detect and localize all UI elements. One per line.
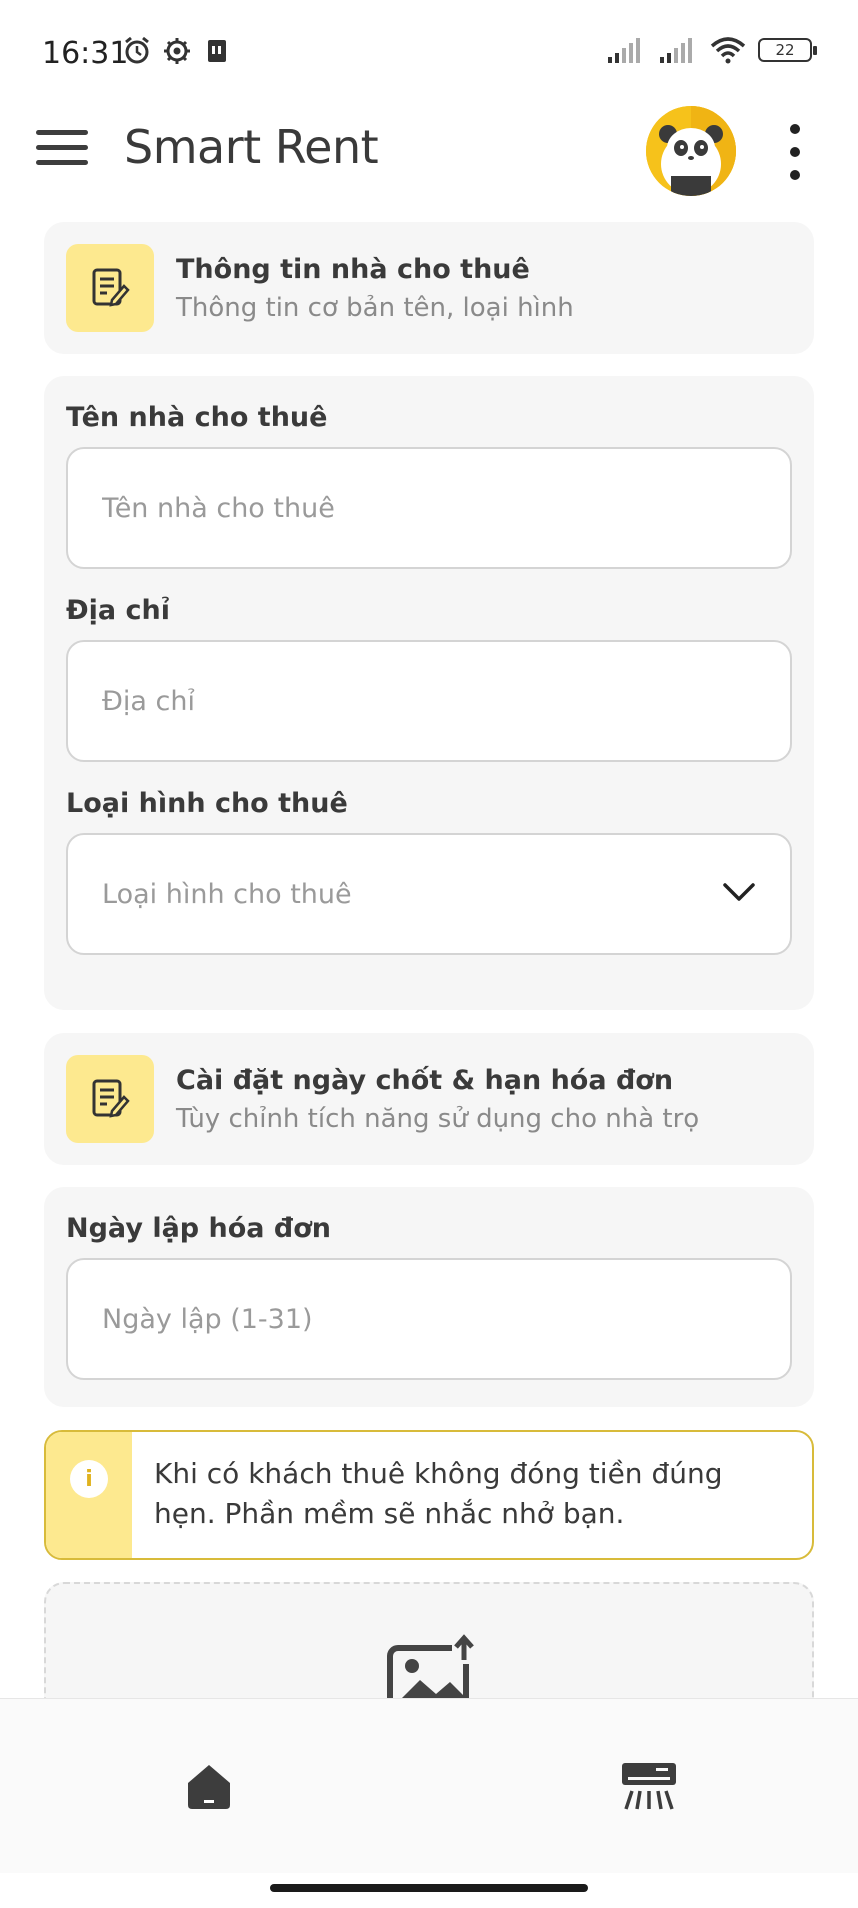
rental-name-input[interactable]	[102, 492, 756, 524]
bottom-navigation	[0, 1698, 858, 1873]
notice-text: Khi có khách thuê không đóng tiền đúng h…	[154, 1457, 723, 1530]
address-field-box	[66, 640, 792, 762]
section-subtitle: Thông tin cơ bản tên, loại hình	[176, 292, 574, 323]
kebab-menu-icon[interactable]	[780, 124, 810, 180]
notice-accent-bar: i	[46, 1432, 132, 1558]
app-bar: Smart Rent	[0, 100, 858, 210]
status-left-icons	[122, 36, 232, 66]
air-conditioner-icon	[622, 1763, 676, 1810]
section-title: Thông tin nhà cho thuê	[176, 253, 530, 285]
signal-2-icon	[660, 38, 692, 63]
hamburger-menu-icon[interactable]	[36, 130, 88, 170]
form-card-basic: Tên nhà cho thuê Địa chỉ Loại hình cho t…	[44, 376, 814, 1010]
chevron-down-icon	[723, 883, 755, 901]
info-icon: i	[70, 1460, 108, 1498]
invoice-date-input[interactable]	[102, 1303, 756, 1335]
rental-name-label: Tên nhà cho thuê	[66, 402, 328, 433]
address-label: Địa chỉ	[66, 595, 170, 626]
edit-note-icon	[66, 244, 154, 332]
app-title: Smart Rent	[124, 120, 379, 174]
section-header-rental-info: Thông tin nhà cho thuê Thông tin cơ bản …	[44, 222, 814, 354]
rental-name-field-box	[66, 447, 792, 569]
nav-home[interactable]	[174, 1757, 244, 1817]
panda-avatar-icon	[646, 106, 736, 196]
alarm-icon	[125, 36, 149, 64]
sim-card-icon	[208, 40, 226, 62]
status-bar: 16:31 22	[0, 0, 858, 100]
invoice-date-field-box	[66, 1258, 792, 1380]
section-subtitle: Tùy chỉnh tích năng sử dụng cho nhà trọ	[176, 1103, 700, 1134]
section-header-invoice-settings: Cài đặt ngày chốt & hạn hóa đơn Tùy chỉn…	[44, 1033, 814, 1165]
edit-note-icon	[66, 1055, 154, 1143]
avatar[interactable]	[646, 106, 736, 196]
address-input[interactable]	[102, 685, 756, 717]
nav-air-conditioner[interactable]	[614, 1757, 684, 1817]
status-right-icons: 22	[606, 36, 817, 64]
settings-gear-icon	[164, 38, 190, 64]
reminder-notice: i Khi có khách thuê không đóng tiền đúng…	[44, 1430, 814, 1560]
invoice-date-label: Ngày lập hóa đơn	[66, 1213, 332, 1244]
section-title: Cài đặt ngày chốt & hạn hóa đơn	[176, 1064, 674, 1096]
battery-indicator: 22	[758, 38, 817, 62]
rental-type-placeholder: Loại hình cho thuê	[102, 878, 352, 910]
wifi-icon	[710, 37, 746, 64]
status-time: 16:31	[42, 36, 129, 71]
home-indicator-bar[interactable]	[270, 1884, 588, 1892]
home-icon	[188, 1765, 230, 1809]
signal-1-icon	[608, 38, 640, 63]
form-card-invoice-date: Ngày lập hóa đơn	[44, 1187, 814, 1407]
rental-type-label: Loại hình cho thuê	[66, 788, 348, 819]
rental-type-select[interactable]: Loại hình cho thuê	[66, 833, 792, 955]
